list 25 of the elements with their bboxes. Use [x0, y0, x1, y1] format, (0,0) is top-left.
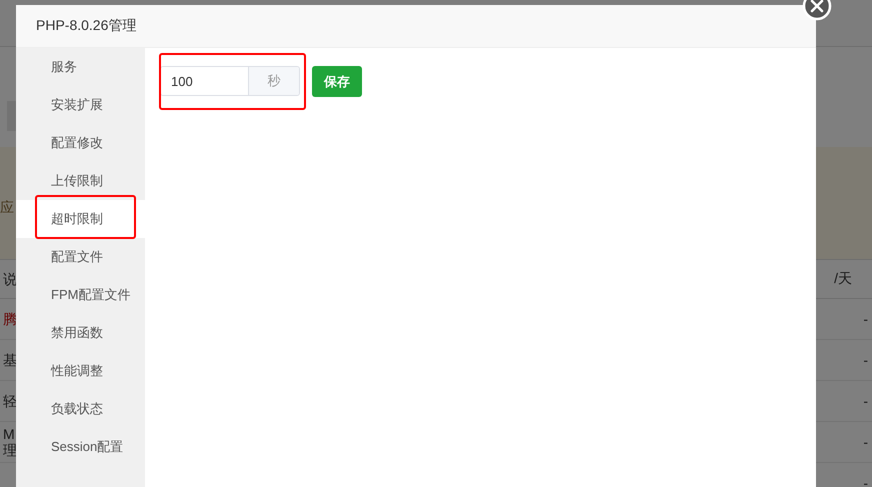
sidebar-item[interactable]: 配置文件: [16, 238, 145, 276]
table-link[interactable]: 腾: [3, 311, 17, 327]
table-cell: 基: [3, 352, 17, 368]
table-cell: -: [863, 475, 868, 487]
sidebar-item[interactable]: 禁用函数: [16, 314, 145, 352]
sidebar-item[interactable]: 配置修改: [16, 124, 145, 162]
sidebar-item[interactable]: Session配置: [16, 428, 145, 466]
table-cell: 轻: [3, 393, 17, 409]
table-cell: -: [863, 393, 868, 409]
table-header-cell: /天: [834, 270, 852, 288]
sidebar-item[interactable]: FPM配置文件: [16, 276, 145, 314]
close-icon[interactable]: [802, 0, 832, 21]
unit-label: 秒: [248, 67, 299, 95]
table-cell: -: [863, 434, 868, 450]
notice-text: 应: [0, 199, 14, 217]
table-cell: M 理: [3, 426, 17, 458]
sidebar-item[interactable]: 性能调整: [16, 352, 145, 390]
table-header-cell: 说: [3, 271, 17, 287]
sidebar-item[interactable]: 负载状态: [16, 390, 145, 428]
table-cell: -: [863, 352, 868, 368]
dialog-title: PHP-8.0.26管理: [36, 17, 136, 35]
timeout-field[interactable]: 100 秒: [160, 66, 300, 96]
sidebar-item[interactable]: 安装扩展: [16, 86, 145, 124]
table-cell: -: [863, 311, 868, 327]
sidebar-item[interactable]: 服务: [16, 48, 145, 86]
